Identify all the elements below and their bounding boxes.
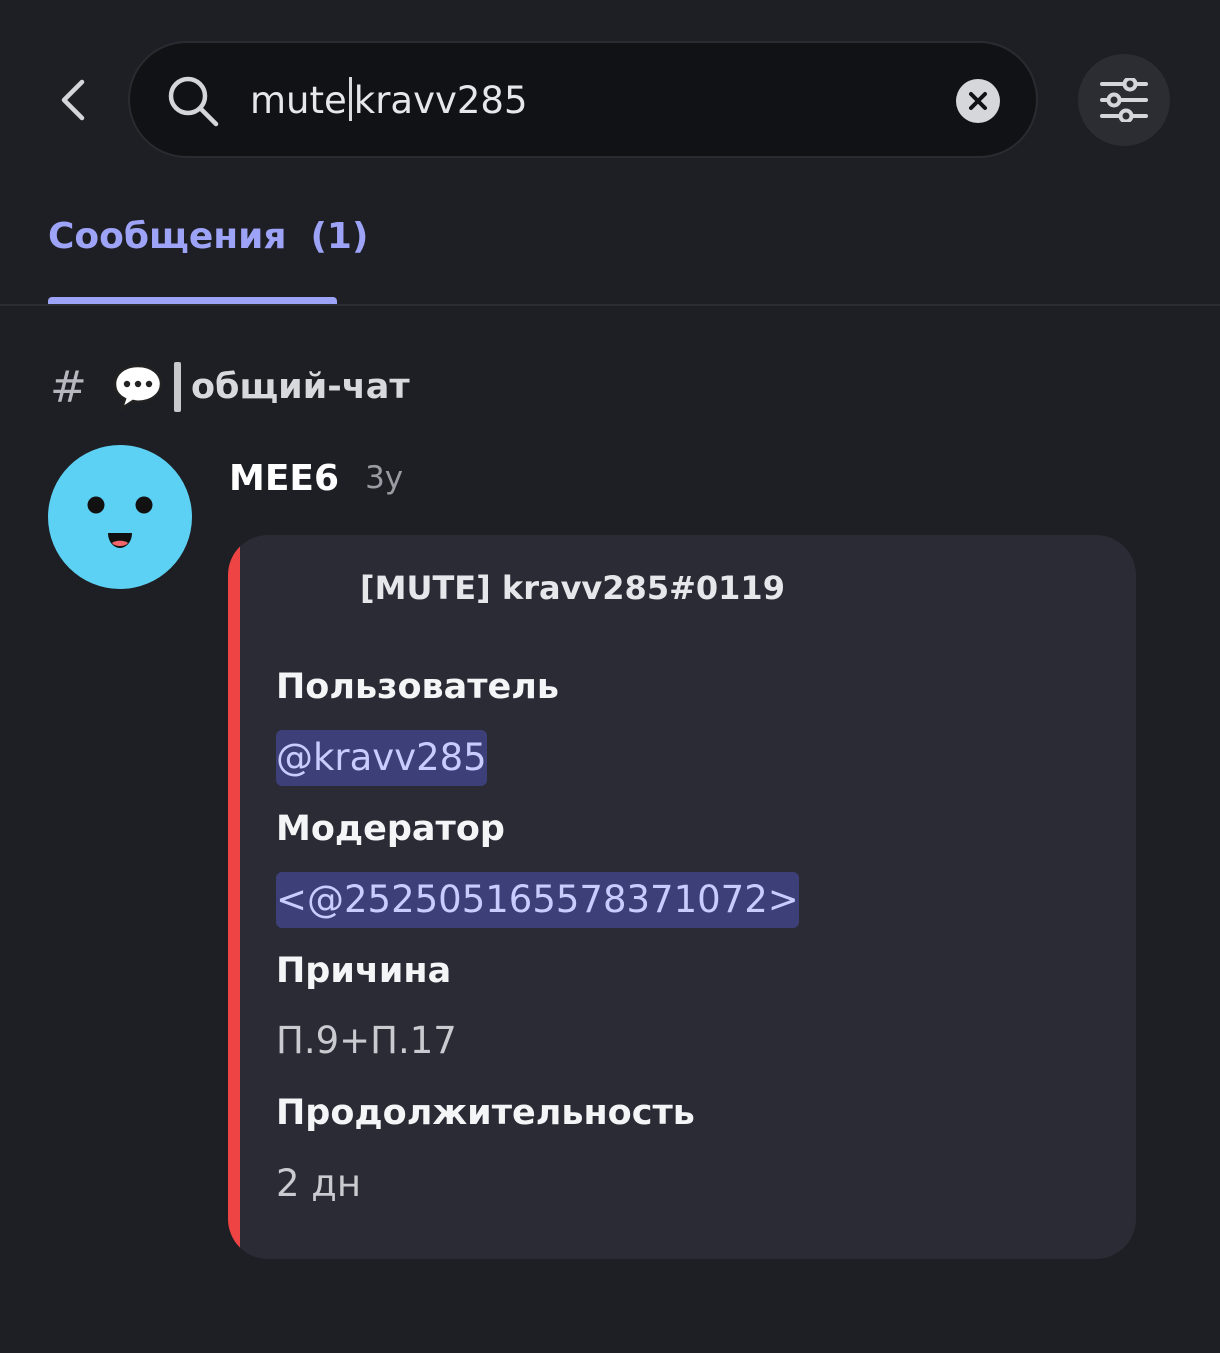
embed-field-name: Продолжительность	[276, 1093, 695, 1133]
message-header: MEE6 3y	[229, 450, 403, 506]
channel-header[interactable]: # общий-чат	[50, 355, 410, 419]
message-timestamp: 3y	[365, 460, 404, 496]
tab-messages-label: Сообщения	[48, 216, 287, 257]
sliders-icon	[1100, 78, 1148, 122]
moderator-mention[interactable]: <@252505165578371072>	[276, 872, 799, 928]
channel-hash-icon: #	[50, 361, 87, 413]
search-screen: mute kravv285 Сообщения (1) # общий-чат …	[0, 0, 1220, 1353]
chevron-left-icon	[61, 79, 85, 121]
search-header: mute kravv285	[0, 0, 1220, 200]
embed-field-name: Причина	[276, 951, 452, 991]
embed-color-bar	[228, 535, 240, 1259]
close-icon	[969, 92, 987, 110]
search-icon	[168, 76, 219, 127]
search-text-after-caret: kravv285	[353, 79, 528, 122]
embed-author: [MUTE] kravv285#0119	[360, 569, 785, 607]
embed-field-value: 2 дн	[276, 1162, 362, 1205]
clear-search-button[interactable]	[956, 79, 1000, 123]
search-bar[interactable]: mute kravv285	[128, 41, 1038, 158]
embed-field-name: Модератор	[276, 809, 505, 849]
embed-field-value: П.9+П.17	[276, 1019, 457, 1062]
channel-separator	[174, 362, 181, 412]
result-tabs: Сообщения (1)	[0, 200, 1220, 306]
search-text-before-caret: mute	[250, 79, 347, 122]
author-name[interactable]: MEE6	[229, 458, 339, 499]
filter-button[interactable]	[1078, 54, 1170, 146]
tab-messages-count: (1)	[310, 216, 369, 257]
avatar[interactable]	[48, 445, 192, 589]
embed-field-name: Пользователь	[276, 667, 560, 707]
tab-messages[interactable]: Сообщения (1)	[48, 216, 368, 304]
message-embed: [MUTE] kravv285#0119 Пользователь @kravv…	[228, 535, 1136, 1259]
speech-bubble-icon	[113, 364, 163, 411]
user-mention[interactable]: @kravv285	[276, 730, 487, 786]
search-input[interactable]: mute kravv285	[250, 71, 930, 131]
back-button[interactable]	[48, 72, 98, 128]
text-caret	[348, 77, 352, 121]
channel-name[interactable]: общий-чат	[191, 367, 410, 407]
active-tab-indicator	[48, 297, 337, 304]
bot-face-icon	[87, 496, 153, 548]
